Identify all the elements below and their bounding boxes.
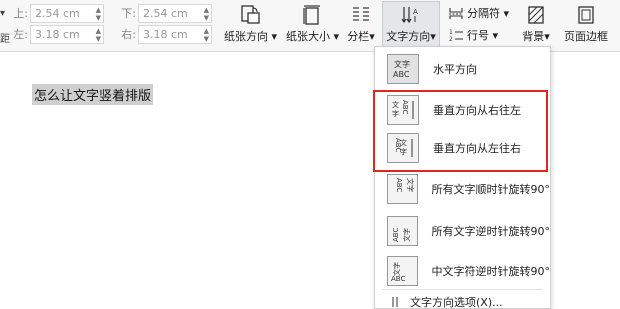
svg-text:ABC: ABC	[392, 228, 400, 242]
margin-bottom-label: 下:	[121, 7, 136, 20]
margin-bottom-value: 2.54 cm	[143, 6, 188, 20]
margin-right-input[interactable]: 3.18 cm ▲ ▼	[138, 24, 212, 44]
text-direction-options-item[interactable]: 文字方向选项(X)...	[390, 294, 503, 309]
menu-divider	[382, 289, 542, 290]
margin-top-label: 上:	[13, 7, 28, 20]
svg-text:2: 2	[449, 36, 453, 42]
menu-item-rotate-cw[interactable]: ABC 文字 所有文字顺时针旋转90°	[375, 171, 550, 207]
svg-text:1: 1	[449, 29, 453, 36]
ribbon-edge-bottom: 距	[0, 34, 10, 45]
columns-label: 分栏	[347, 30, 370, 43]
orientation-button[interactable]: 纸张方向 ▾	[224, 2, 277, 48]
orientation-label: 纸张方向	[224, 30, 268, 43]
line-numbers-label: 行号	[467, 29, 489, 42]
page-border-label: 页面边框	[564, 30, 608, 43]
breaks-icon	[449, 8, 463, 19]
menu-item-label: 水平方向	[433, 63, 477, 76]
spinner-arrows-icon[interactable]: ▲ ▼	[204, 6, 209, 22]
breaks-button[interactable]: 分隔符 ▾	[448, 5, 509, 21]
menu-item-cjk-rotate-ccw[interactable]: 文字 ABC 中文字符逆时针旋转90°	[375, 253, 550, 289]
menu-item-label: 所有文字逆时针旋转90°	[431, 225, 551, 238]
ribbon-edge-top: ▾	[0, 8, 6, 19]
options-icon	[392, 297, 398, 307]
menu-item-rotate-ccw[interactable]: ABC 文字 所有文字逆时针旋转90°	[375, 213, 550, 249]
page-layout-ribbon: ▾ 距 上: 2.54 cm ▲ ▼ 左: 3.18 cm ▲ ▼ 下: 2.54 …	[0, 0, 620, 52]
margin-left-value: 3.18 cm	[35, 27, 80, 41]
svg-text:A: A	[413, 8, 418, 16]
margin-right-value: 3.18 cm	[143, 27, 188, 41]
columns-icon	[344, 2, 378, 28]
margin-top-input[interactable]: 2.54 cm ▲ ▼	[30, 3, 104, 23]
margin-left-row: 左: 3.18 cm ▲ ▼	[10, 24, 104, 44]
background-button[interactable]: 背景▾	[518, 2, 554, 48]
text-direction-icon: A	[383, 2, 439, 28]
text-direction-button[interactable]: A 文字方向▾	[382, 1, 440, 47]
menu-item-label: 中文字符逆时针旋转90°	[431, 265, 551, 278]
svg-text:文字: 文字	[402, 228, 411, 242]
horizontal-text-icon: 文字 ABC	[387, 54, 419, 84]
svg-text:文字: 文字	[406, 178, 415, 192]
text-direction-label: 文字方向	[386, 30, 431, 43]
margin-right-row: 右: 3.18 cm ▲ ▼	[118, 24, 212, 44]
margin-top-row: 上: 2.54 cm ▲ ▼	[10, 3, 104, 23]
rotate-cw-icon: ABC 文字	[387, 174, 418, 204]
spinner-arrows-icon[interactable]: ▲ ▼	[96, 27, 101, 43]
rotate-ccw-icon: ABC 文字	[387, 216, 418, 246]
paper-size-button[interactable]: 纸张大小 ▾	[286, 2, 339, 48]
paper-size-label: 纸张大小	[286, 30, 330, 43]
margin-left-label: 左:	[13, 28, 28, 41]
selected-document-text[interactable]: 怎么让文字竖着排版	[32, 84, 154, 105]
text-direction-menu: 文字 ABC 水平方向 文字 ABC 垂直方向从右往左 ABC 文字 垂直方向从左往右…	[374, 46, 551, 309]
paper-size-icon	[286, 2, 338, 28]
background-icon	[518, 2, 554, 28]
cjk-rotate-ccw-icon: 文字 ABC	[387, 256, 418, 286]
spinner-arrows-icon[interactable]: ▲ ▼	[96, 6, 101, 22]
margin-right-label: 右:	[121, 28, 136, 41]
margin-left-input[interactable]: 3.18 cm ▲ ▼	[30, 24, 104, 44]
margin-top-value: 2.54 cm	[35, 6, 80, 20]
background-label: 背景	[522, 30, 545, 43]
highlight-box	[373, 90, 548, 172]
svg-text:ABC: ABC	[395, 178, 403, 192]
page-orientation-icon	[224, 2, 276, 28]
margin-bottom-row: 下: 2.54 cm ▲ ▼	[118, 3, 212, 23]
svg-text:文字: 文字	[394, 59, 410, 69]
breaks-label: 分隔符	[467, 7, 500, 20]
page-border-button[interactable]: 页面边框	[560, 2, 612, 48]
menu-item-horizontal[interactable]: 文字 ABC 水平方向	[375, 51, 550, 87]
svg-text:文字: 文字	[392, 262, 401, 276]
line-numbers-button[interactable]: 12 行号 ▾	[448, 27, 498, 43]
text-direction-options-label: 文字方向选项(X)...	[410, 296, 503, 309]
svg-text:ABC: ABC	[391, 275, 405, 283]
spinner-arrows-icon[interactable]: ▲ ▼	[204, 27, 209, 43]
columns-button[interactable]: 分栏▾	[344, 2, 378, 48]
menu-item-label: 所有文字顺时针旋转90°	[431, 183, 551, 196]
page-border-icon	[560, 2, 612, 28]
line-numbers-icon: 12	[449, 29, 463, 42]
svg-text:ABC: ABC	[393, 70, 410, 79]
margin-bottom-input[interactable]: 2.54 cm ▲ ▼	[138, 3, 212, 23]
